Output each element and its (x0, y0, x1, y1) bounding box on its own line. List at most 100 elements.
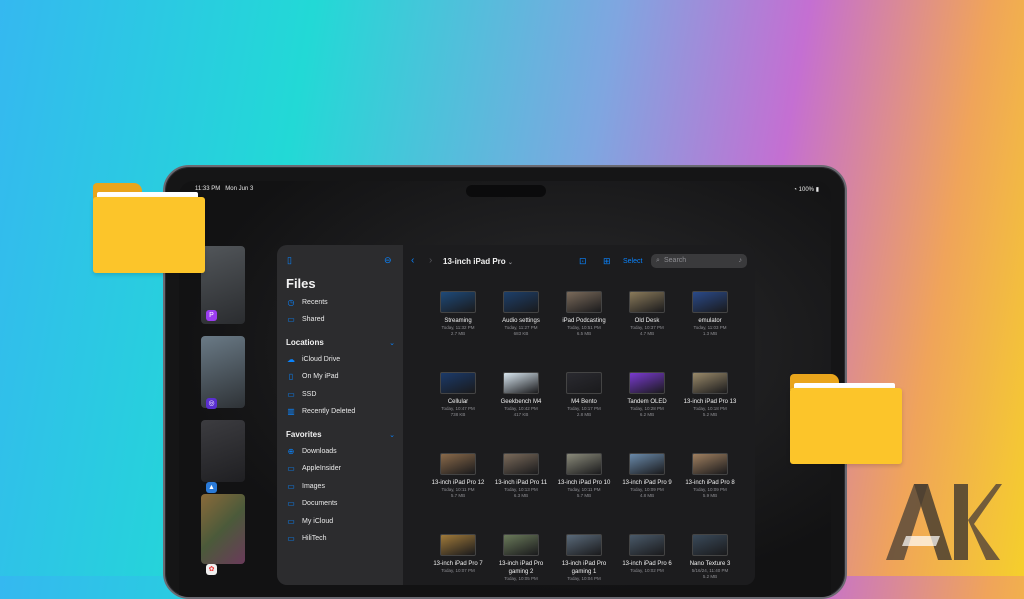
file-thumbnail (566, 372, 602, 394)
more-options-icon[interactable]: ⊖ (384, 256, 394, 265)
grid-view-icon[interactable]: ⊞ (603, 256, 611, 267)
file-tile[interactable]: Old Desk Today, 10:37 PM 4.7 MB (616, 291, 678, 337)
sidebar-item-shared[interactable]: ▭ Shared (286, 313, 324, 327)
file-tile[interactable]: Streaming Today, 11:32 PM 2.7 MB (427, 291, 489, 337)
download-icon: ⊕ (287, 447, 295, 456)
file-tile[interactable]: 13-inch iPad Pro 13 Today, 10:18 PM 5.2 MB (679, 372, 741, 418)
app-badge-icon: ◎ (206, 398, 217, 409)
stage-window-thumbnail[interactable] (201, 494, 245, 564)
search-input[interactable]: ⌕ Search ♪ (651, 254, 747, 268)
file-date: Today, 10:04 PM (567, 576, 601, 581)
sidebar-item-documents[interactable]: ▭ Documents (286, 497, 337, 511)
file-tile[interactable]: 13-inch iPad Pro 11 Today, 10:13 PM 6.3 MB (490, 453, 552, 499)
cloud-icon: ☁ (287, 355, 295, 364)
file-thumbnail (566, 453, 602, 475)
folder-decoration-icon (790, 374, 902, 464)
file-name: Audio settings (502, 318, 540, 324)
file-thumbnail (503, 453, 539, 475)
sidebar-item-downloads[interactable]: ⊕ Downloads (286, 445, 337, 459)
favorites-header[interactable]: Favorites (286, 430, 322, 439)
forward-icon[interactable]: › (429, 255, 432, 266)
sidebar-item-recently-deleted[interactable]: ▥ Recently Deleted (286, 405, 355, 419)
file-tile[interactable]: 13-inch iPad Pro gaming 1 Today, 10:04 PM (553, 534, 615, 582)
file-tile[interactable]: Geekbench M4 Today, 10:42 PM 417 KB (490, 372, 552, 418)
file-thumbnail (629, 372, 665, 394)
shared-folder-icon: ▭ (287, 315, 295, 324)
file-size: 738 KB (450, 412, 466, 417)
file-tile[interactable]: 13-inch iPad Pro 8 Today, 10:09 PM 5.9 MB (679, 453, 741, 499)
folder-title[interactable]: 13-inch iPad Pro ⌄ (443, 257, 513, 266)
file-thumbnail (629, 534, 665, 556)
file-date: Today, 10:02 PM (630, 568, 664, 573)
sidebar-item-ssd[interactable]: ▭ SSD (286, 388, 316, 402)
file-size: 1.3 MB (702, 331, 718, 336)
file-thumbnail (566, 291, 602, 313)
file-thumbnail (503, 291, 539, 313)
file-size: 2.7 MB (450, 331, 466, 336)
wifi-icon: ◔ (793, 187, 797, 193)
sidebar-item-icloud-drive[interactable]: ☁ iCloud Drive (286, 353, 340, 367)
file-name: 13-inch iPad Pro 11 (494, 480, 548, 486)
search-icon: ⌕ (656, 257, 660, 264)
file-name: 13-inch iPad Pro 13 (683, 399, 737, 405)
file-thumbnail (692, 372, 728, 394)
clock-icon: ◷ (287, 298, 295, 307)
file-name: Nano Texture 3 (689, 561, 731, 567)
file-tile[interactable]: 13-inch iPad Pro 12 Today, 10:11 PM 5.7 MB (427, 453, 489, 499)
folder-icon: ▭ (287, 464, 295, 473)
locations-header[interactable]: Locations (286, 338, 324, 347)
files-window: ▯ ⊖ Files ◷ Recents ▭ Shared Locations ⌄ ☁… (277, 245, 755, 585)
file-thumbnail (503, 372, 539, 394)
file-size: 5.2 MB (702, 574, 718, 579)
file-name: 13-inch iPad Pro 10 (557, 480, 611, 486)
file-tile[interactable]: emulator Today, 11:03 PM 1.3 MB (679, 291, 741, 337)
sidebar-item-images[interactable]: ▭ Images (286, 480, 325, 494)
stage-window-thumbnail[interactable] (201, 420, 245, 482)
sidebar-item-recents[interactable]: ◷ Recents (286, 296, 328, 310)
file-thumbnail (440, 534, 476, 556)
sidebar-item-on-my-ipad[interactable]: ▯ On My iPad (286, 370, 339, 384)
status-bar: 11:33 PM Mon Jun 3 ◔ 100% ▮ (195, 186, 819, 198)
file-tile[interactable]: Audio settings Today, 11:27 PM 683 KB (490, 291, 552, 337)
file-tile[interactable]: 13-inch iPad Pro 9 Today, 10:09 PM 4.8 MB (616, 453, 678, 499)
chevron-down-icon: ⌄ (507, 260, 513, 266)
file-tile[interactable]: 13-inch iPad Pro 7 Today, 10:07 PM (427, 534, 489, 574)
sidebar-item-hilitech[interactable]: ▭ HiliTech (286, 532, 326, 546)
file-tile[interactable]: Nano Texture 3 5/16/24, 11:40 PM 5.2 MB (679, 534, 741, 580)
file-size: 4.8 MB (639, 493, 655, 498)
folder-icon: ▭ (287, 482, 295, 491)
sidebar-toggle-icon[interactable]: ▯ (287, 256, 297, 265)
back-icon[interactable]: ‹ (411, 255, 414, 266)
file-size: 5.7 MB (450, 493, 466, 498)
file-tile[interactable]: 13-inch iPad Pro 10 Today, 10:11 PM 5.7 MB (553, 453, 615, 499)
drive-icon: ▭ (287, 390, 295, 399)
folder-icon: ▭ (287, 534, 295, 543)
file-size: 6.2 MB (639, 412, 655, 417)
file-name: 13-inch iPad Pro gaming 2 (498, 561, 544, 575)
file-tile[interactable]: M4 Bento Today, 10:17 PM 2.8 MB (553, 372, 615, 418)
chevron-down-icon[interactable]: ⌄ (389, 339, 395, 347)
file-thumbnail (629, 453, 665, 475)
sidebar-item-appleinsider[interactable]: ▭ AppleInsider (286, 462, 341, 476)
microphone-icon[interactable]: ♪ (739, 254, 743, 268)
file-name: 13-inch iPad Pro 6 (622, 561, 672, 567)
battery-percent: 100% (798, 187, 815, 193)
file-thumbnail (440, 372, 476, 394)
new-folder-icon[interactable]: ⊡ (579, 256, 587, 267)
file-size: 417 KB (513, 412, 529, 417)
file-date: Today, 10:07 PM (441, 568, 475, 573)
file-name: 13-inch iPad Pro 8 (685, 480, 735, 486)
sidebar-item-my-icloud[interactable]: ▭ My iCloud (286, 515, 333, 529)
file-name: 13-inch iPad Pro gaming 1 (561, 561, 607, 575)
file-name: M4 Bento (571, 399, 597, 405)
files-toolbar: ‹ › 13-inch iPad Pro ⌄ ⊡ ⊞ Select ⌕ Sear… (403, 245, 755, 275)
file-tile[interactable]: 13-inch iPad Pro 6 Today, 10:02 PM (616, 534, 678, 574)
chevron-down-icon[interactable]: ⌄ (389, 431, 395, 439)
select-button[interactable]: Select (623, 258, 642, 265)
file-tile[interactable]: Cellular Today, 10:47 PM 738 KB (427, 372, 489, 418)
sidebar-title: Files (286, 276, 316, 291)
file-tile[interactable]: iPad Podcasting Today, 10:51 PM 6.5 MB (553, 291, 615, 337)
file-tile[interactable]: 13-inch iPad Pro gaming 2 Today, 10:05 PM (490, 534, 552, 582)
file-size: 4.7 MB (639, 331, 655, 336)
file-tile[interactable]: Tandem OLED Today, 10:28 PM 6.2 MB (616, 372, 678, 418)
